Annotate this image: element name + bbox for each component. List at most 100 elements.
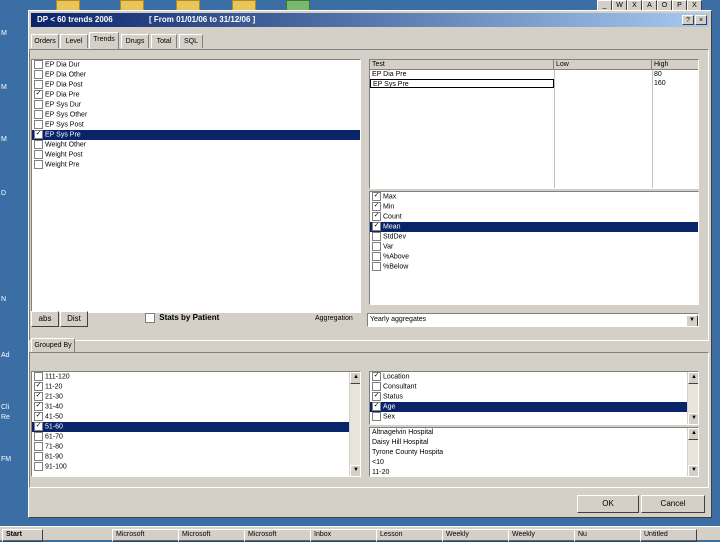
checkbox-checked-icon[interactable]: ✓ — [34, 402, 43, 411]
start-button[interactable]: Start — [2, 529, 43, 542]
taskbar-item[interactable]: Untitled — [640, 529, 697, 542]
checkbox-icon[interactable] — [34, 442, 43, 451]
checkbox-icon[interactable] — [372, 242, 381, 251]
tab-orders[interactable]: Orders — [31, 34, 59, 48]
scroll-down-arrow-icon[interactable]: ▼ — [688, 465, 698, 476]
checkbox-icon[interactable] — [34, 160, 43, 169]
desktop-icon-label[interactable]: Ad — [1, 352, 10, 359]
list-item[interactable]: EP Dia Post — [32, 80, 360, 90]
list-item[interactable]: 71-80 — [32, 442, 352, 452]
column-header-test[interactable]: Test — [370, 60, 554, 70]
checkbox-checked-icon[interactable]: ✓ — [372, 202, 381, 211]
tab-sql[interactable]: SQL — [179, 34, 203, 48]
list-item[interactable]: ✓ 51-60 — [32, 422, 352, 432]
list-item[interactable]: ✓ 11-20 — [32, 382, 352, 392]
list-item[interactable]: ✓ Location — [370, 372, 690, 382]
group-range-list[interactable]: 111-120 ✓ 11-20 ✓ 21-30 ✓ 31-40 ✓ 41-50 ✓ 51-60 61-… — [31, 371, 361, 477]
vertical-scrollbar[interactable]: ▲ ▼ — [349, 372, 360, 476]
tab-level[interactable]: Level — [60, 34, 88, 48]
checkbox-icon[interactable] — [34, 120, 43, 129]
desktop-icon-label[interactable]: D — [1, 190, 6, 197]
checkbox-checked-icon[interactable]: ✓ — [372, 192, 381, 201]
checkbox-icon[interactable] — [372, 382, 381, 391]
checkbox-checked-icon[interactable]: ✓ — [34, 422, 43, 431]
list-item[interactable]: StdDev — [370, 232, 698, 242]
checkbox-checked-icon[interactable]: ✓ — [34, 412, 43, 421]
checkbox-icon[interactable] — [34, 452, 43, 461]
tab-total[interactable]: Total — [151, 34, 177, 48]
taskbar-item[interactable]: Nu — [574, 529, 641, 542]
checkbox-icon[interactable] — [372, 262, 381, 271]
desktop-icon-label[interactable]: M — [1, 84, 7, 91]
checkbox-icon[interactable] — [34, 70, 43, 79]
checkbox-icon[interactable] — [372, 232, 381, 241]
ok-button[interactable]: OK — [577, 495, 639, 513]
list-item[interactable]: Daisy Hill Hospital — [370, 438, 690, 448]
column-header-low[interactable]: Low — [554, 60, 652, 70]
list-item[interactable]: 91-100 — [32, 462, 352, 472]
stats-by-patient-checkbox[interactable]: Stats by Patient — [145, 313, 219, 325]
dist-button[interactable]: Dist — [60, 311, 88, 327]
checkbox-icon[interactable] — [34, 60, 43, 69]
checkbox-icon[interactable] — [34, 140, 43, 149]
list-item[interactable]: ✓ Count — [370, 212, 698, 222]
taskbar-item[interactable]: Microsoft — [112, 529, 179, 542]
group-value-list[interactable]: Altnagelvin Hospital Daisy Hill Hospital T… — [369, 427, 699, 477]
desktop-icon-label[interactable]: M — [1, 30, 7, 37]
scroll-down-arrow-icon[interactable]: ▼ — [688, 413, 698, 424]
desktop-icon-label[interactable]: FM — [1, 456, 11, 463]
checkbox-icon[interactable] — [34, 372, 43, 381]
taskbar-item[interactable]: Inbox — [310, 529, 377, 542]
list-item[interactable]: ✓ Status — [370, 392, 690, 402]
list-item[interactable]: Tyrone County Hospita — [370, 448, 690, 458]
stats-list[interactable]: ✓ Max ✓ Min ✓ Count ✓ Mean StdDev Var %Above %Below — [369, 191, 699, 305]
checkbox-icon[interactable] — [34, 100, 43, 109]
list-item[interactable]: EP Sys Dur — [32, 100, 360, 110]
taskbar-item[interactable]: Microsoft — [244, 529, 311, 542]
list-item[interactable]: EP Dia Dur — [32, 60, 360, 70]
range-high-cell[interactable]: 160 — [652, 79, 666, 88]
vertical-scrollbar[interactable]: ▲ ▼ — [687, 372, 698, 424]
list-item[interactable]: Weight Other — [32, 140, 360, 150]
help-button[interactable]: ? — [682, 15, 694, 25]
checkbox-checked-icon[interactable]: ✓ — [34, 90, 43, 99]
list-item[interactable]: EP Sys Post — [32, 120, 360, 130]
checkbox-checked-icon[interactable]: ✓ — [372, 222, 381, 231]
list-item[interactable]: 81-90 — [32, 452, 352, 462]
list-item[interactable]: Consultant — [370, 382, 690, 392]
checkbox-checked-icon[interactable]: ✓ — [372, 392, 381, 401]
list-item[interactable]: 11-20 — [370, 468, 690, 476]
list-item[interactable]: ✓ EP Sys Pre — [32, 130, 360, 140]
list-item[interactable]: 111-120 — [32, 372, 352, 382]
list-item[interactable]: Weight Pre — [32, 160, 360, 170]
list-item[interactable]: Altnagelvin Hospital — [370, 428, 690, 438]
list-item[interactable]: ✓ Age — [370, 402, 690, 412]
list-item[interactable]: %Above — [370, 252, 698, 262]
taskbar-item[interactable]: Weekly — [442, 529, 509, 542]
list-item[interactable]: ✓ Min — [370, 202, 698, 212]
taskbar-item[interactable]: Weekly — [508, 529, 575, 542]
scroll-down-arrow-icon[interactable]: ▼ — [350, 465, 360, 476]
abs-button[interactable]: abs — [31, 311, 59, 327]
checkbox-checked-icon[interactable]: ✓ — [372, 402, 381, 411]
aggregation-select[interactable]: Yearly aggregates ▼ — [367, 313, 699, 327]
scroll-up-arrow-icon[interactable]: ▲ — [350, 372, 360, 384]
list-item[interactable]: %Below — [370, 262, 698, 272]
list-item[interactable]: ✓ Max — [370, 192, 698, 202]
desktop-icon-label[interactable]: N — [1, 296, 6, 303]
title-bar[interactable]: DP < 60 trends 2006 [ From 01/01/06 to 3… — [31, 13, 709, 27]
desktop-icon-label[interactable]: Cli — [1, 404, 9, 411]
taskbar-item[interactable]: Lesson — [376, 529, 443, 542]
checkbox-checked-icon[interactable]: ✓ — [34, 130, 43, 139]
tab-grouped-by[interactable]: Grouped By — [31, 338, 75, 352]
tab-trends[interactable]: Trends — [89, 32, 119, 49]
checkbox-checked-icon[interactable]: ✓ — [372, 372, 381, 381]
desktop-icon-label[interactable]: M — [1, 136, 7, 143]
scroll-up-arrow-icon[interactable]: ▲ — [688, 372, 698, 384]
checkbox-icon[interactable] — [34, 80, 43, 89]
range-test-cell[interactable]: EP Sys Pre — [370, 79, 554, 88]
checkbox-checked-icon[interactable]: ✓ — [34, 392, 43, 401]
checkbox-icon[interactable] — [372, 412, 381, 421]
group-field-list[interactable]: ✓ Location Consultant ✓ Status ✓ Age Sex ▲ ▼ — [369, 371, 699, 425]
list-item[interactable]: Sex — [370, 412, 690, 422]
